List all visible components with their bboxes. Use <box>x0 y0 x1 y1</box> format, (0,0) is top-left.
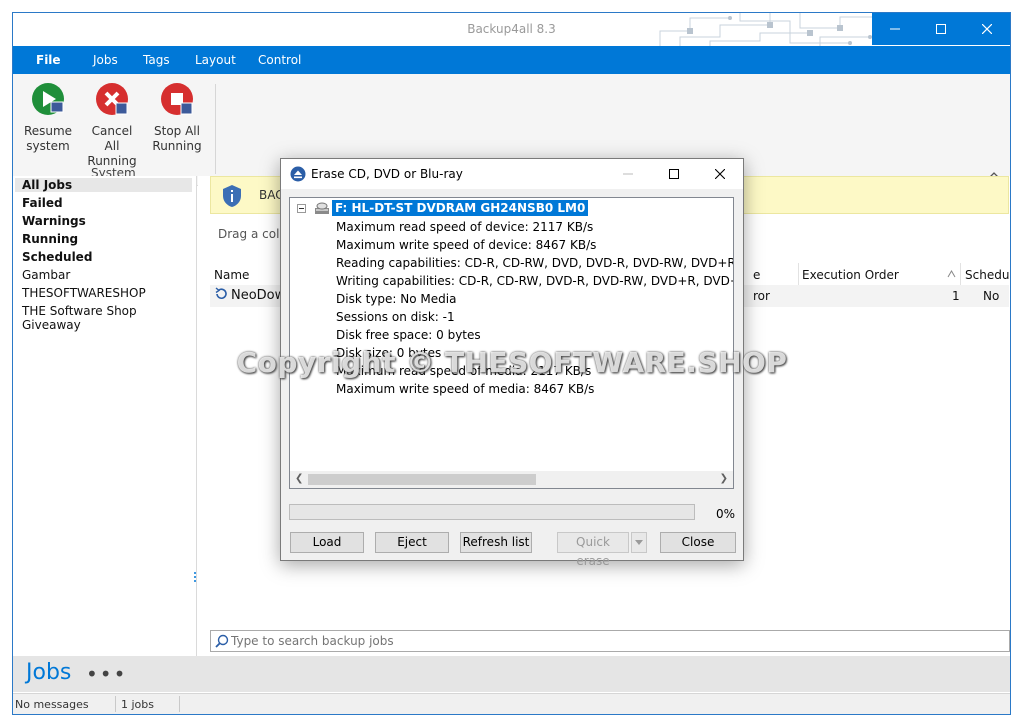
maximize-icon <box>936 24 946 34</box>
drive-detail: Maximum write speed of device: 8467 KB/s <box>336 238 597 252</box>
search-input[interactable] <box>231 633 991 649</box>
dialog-minimize-button[interactable] <box>605 159 651 189</box>
menu-tags[interactable]: Tags <box>143 53 170 67</box>
column-divider[interactable] <box>960 263 961 285</box>
eject-button[interactable]: Eject <box>375 532 449 553</box>
column-header-name[interactable]: Name <box>214 268 249 282</box>
menu-control[interactable]: Control <box>258 53 301 67</box>
drive-detail: Disk free space: 0 bytes <box>336 328 481 342</box>
menu-file[interactable]: File <box>36 53 61 67</box>
cancel-label-1: Cancel All <box>91 124 133 153</box>
stop-icon <box>161 83 193 115</box>
job-name-cell: NeoDow <box>231 288 286 303</box>
sidebar-item-running[interactable]: Running <box>22 232 78 246</box>
close-icon <box>715 169 725 179</box>
dialog-title-bar: Erase CD, DVD or Blu-ray <box>281 159 743 189</box>
tree-collapse-toggle[interactable] <box>297 204 306 213</box>
sidebar-item-failed[interactable]: Failed <box>22 196 63 210</box>
stop-label-1: Stop All <box>154 124 200 138</box>
erase-disc-dialog: Erase CD, DVD or Blu-ray F: HL-DT-ST DVD… <box>280 158 744 568</box>
drive-tree[interactable]: F: HL-DT-ST DVDRAM GH24NSB0 LM0 Maximum … <box>289 197 734 489</box>
maximize-button[interactable] <box>918 13 964 45</box>
column-divider[interactable] <box>798 263 799 285</box>
more-options-button[interactable]: ••• <box>86 662 127 686</box>
sidebar-item-warnings[interactable]: Warnings <box>22 214 86 228</box>
scroll-right-icon[interactable]: ❯ <box>720 473 728 484</box>
shield-info-icon <box>223 185 241 207</box>
group-drag-hint: Drag a colu <box>218 227 288 241</box>
job-status-cell: ror <box>753 289 770 303</box>
load-button[interactable]: Load <box>290 532 364 553</box>
search-icon <box>215 634 229 648</box>
minimize-icon <box>890 28 900 30</box>
quick-erase-button[interactable]: Quick erase <box>557 532 629 568</box>
dialog-title: Erase CD, DVD or Blu-ray <box>311 167 463 181</box>
drive-tree-root[interactable]: F: HL-DT-ST DVDRAM GH24NSB0 LM0 <box>332 200 589 216</box>
dialog-maximize-button[interactable] <box>651 159 697 189</box>
close-icon <box>982 24 992 34</box>
drive-detail: Maximum read speed of device: 2117 KB/s <box>336 220 594 234</box>
sidebar-item-thesoftwareshop[interactable]: THESOFTWARESHOP <box>22 286 146 300</box>
column-header-scheduled[interactable]: Scheduled <box>965 268 1010 282</box>
sidebar-item-all-jobs[interactable]: All Jobs <box>15 178 192 192</box>
horizontal-scrollbar[interactable]: ❮ ❯ <box>290 471 733 488</box>
status-jobs-count: 1 jobs <box>121 698 154 711</box>
dialog-close-button[interactable] <box>697 159 743 189</box>
drive-detail: Disk size: 0 bytes <box>336 346 442 360</box>
sort-arrow-icon <box>947 270 956 278</box>
play-icon <box>32 83 64 115</box>
sidebar-item-gambar[interactable]: Gambar <box>22 268 70 282</box>
status-separator <box>179 696 180 712</box>
stop-label-2: Running <box>152 139 202 153</box>
sidebar: All Jobs Failed Warnings Running Schedul… <box>13 176 197 656</box>
scroll-left-icon[interactable]: ❮ <box>295 473 303 484</box>
scrollbar-thumb[interactable] <box>308 474 536 485</box>
maximize-icon <box>669 169 679 179</box>
bottom-nav-jobs[interactable]: Jobs <box>26 660 71 685</box>
cancel-icon <box>96 83 128 115</box>
menu-layout[interactable]: Layout <box>195 53 236 67</box>
column-header-execution-order[interactable]: Execution Order <box>802 268 899 282</box>
close-window-button[interactable] <box>964 13 1010 45</box>
stop-all-running-button[interactable]: Stop All Running <box>151 82 203 154</box>
status-bar: No messages 1 jobs <box>13 693 1010 714</box>
window-title: Backup4all 8.3 <box>467 22 556 36</box>
minimize-button[interactable] <box>872 13 918 45</box>
title-bar: Backup4all 8.3 <box>13 13 1010 46</box>
sidebar-item-scheduled[interactable]: Scheduled <box>22 250 92 264</box>
search-box[interactable] <box>210 630 1010 652</box>
drive-detail: Writing capabilities: CD-R, CD-RW, DVD-R… <box>336 274 733 288</box>
progress-percent: 0% <box>716 507 736 521</box>
menu-bar: File Jobs Tags Layout Control <box>13 46 1010 74</box>
drive-detail: Sessions on disk: -1 <box>336 310 455 324</box>
drive-detail: Reading capabilities: CD-R, CD-RW, DVD, … <box>336 256 733 270</box>
status-separator <box>115 696 116 712</box>
resume-label-2: system <box>26 139 70 153</box>
minimize-icon <box>623 173 633 175</box>
chevron-down-icon <box>635 540 643 545</box>
status-messages: No messages <box>15 698 89 711</box>
bottom-nav: Jobs ••• <box>13 656 1010 692</box>
close-button[interactable]: Close <box>660 532 736 553</box>
erase-progress-bar <box>289 504 695 520</box>
resume-system-button[interactable]: Resume system <box>23 82 73 154</box>
cancel-all-running-button[interactable]: Cancel All Running <box>83 82 141 169</box>
refresh-list-button[interactable]: Refresh list <box>460 532 532 553</box>
refresh-job-icon <box>215 287 227 300</box>
eject-disc-icon <box>290 166 306 182</box>
job-scheduled-cell: No <box>983 289 1000 303</box>
menu-jobs[interactable]: Jobs <box>93 53 118 67</box>
drive-detail: Maximum write speed of media: 8467 KB/s <box>336 382 595 396</box>
resume-label-1: Resume <box>23 124 73 138</box>
optical-drive-icon <box>315 202 329 214</box>
sidebar-item-giveaway[interactable]: THE Software Shop Giveaway <box>22 304 196 332</box>
splitter-handle-icon[interactable] <box>194 572 196 582</box>
drive-detail: Disk type: No Media <box>336 292 457 306</box>
drive-detail: Maximum read speed of media: 2117 KB/s <box>336 364 592 378</box>
job-order-cell: 1 <box>952 289 960 303</box>
ribbon-separator <box>215 84 216 174</box>
erase-mode-dropdown[interactable] <box>631 532 647 553</box>
column-header-partial[interactable]: e <box>753 268 760 282</box>
